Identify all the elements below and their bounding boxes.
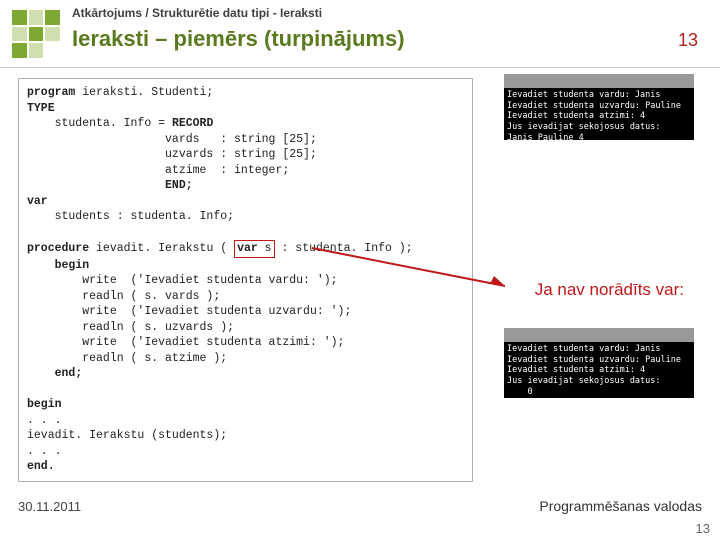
var-highlight-box: var s [234,240,275,258]
slide-title: Ieraksti – piemērs (turpinājums) [72,26,405,52]
code-listing: program ieraksti. Studenti; TYPE student… [18,78,473,482]
slide-header: Atkārtojums / Strukturētie datu tipi - I… [0,0,720,68]
footer-page-number: 13 [696,521,710,536]
slide-number: 13 [678,30,698,51]
slide-content: program ieraksti. Studenti; TYPE student… [0,68,720,482]
footer-date: 30.11.2011 [18,499,81,514]
logo [12,10,60,58]
console-output-without-var: Ievadiet studenta vardu: Janis Ievadiet … [504,328,694,398]
console-output-with-var: Ievadiet studenta vardu: Janis Ievadiet … [504,74,694,140]
breadcrumb: Atkārtojums / Strukturētie datu tipi - I… [72,6,322,20]
annotation-text: Ja nav norādīts var: [535,280,684,300]
footer-course: Programmēšanas valodas [539,498,702,514]
